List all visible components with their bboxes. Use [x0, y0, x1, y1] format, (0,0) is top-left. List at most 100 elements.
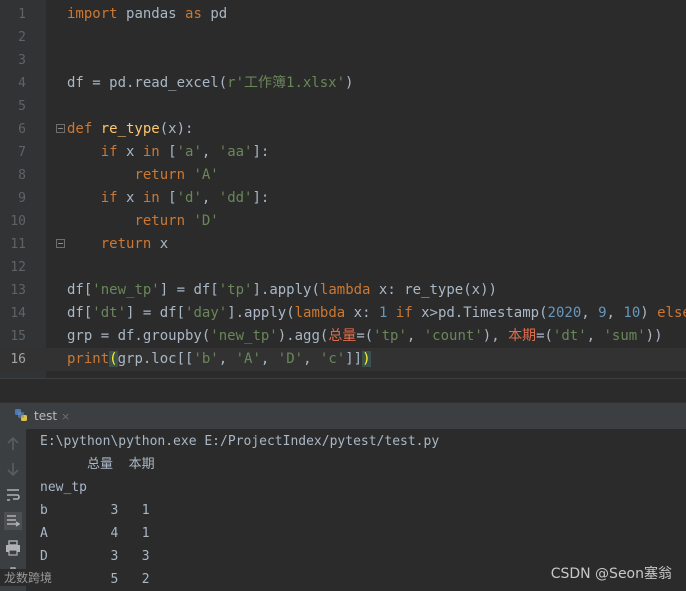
- code-token: if: [395, 305, 422, 321]
- code-line[interactable]: 3: [0, 49, 686, 72]
- code-line[interactable]: 10 return 'D': [0, 210, 686, 233]
- code-line[interactable]: 1 import pandas as pd: [0, 3, 686, 26]
- code-line[interactable]: 8 return 'A': [0, 164, 686, 187]
- code-token: ]:: [252, 190, 270, 206]
- line-number: 4: [18, 76, 26, 91]
- code-token: ,: [581, 305, 599, 321]
- code-token: r'工作簿1.xlsx': [227, 75, 346, 91]
- code-token: 'A': [193, 167, 219, 183]
- code-token: ].apply(: [227, 305, 295, 321]
- code-line[interactable]: 13 df['new_tp'] = df['tp'].apply(lambda x…: [0, 279, 686, 302]
- code-text: print(grp.loc[['b', 'A', 'D', 'c']]): [67, 348, 371, 371]
- close-icon[interactable]: ×: [61, 410, 70, 423]
- scroll-to-end-icon[interactable]: [4, 512, 22, 530]
- fold-end-icon[interactable]: [56, 239, 65, 248]
- code-token: ,: [606, 305, 624, 321]
- code-token: 10: [623, 305, 641, 321]
- code-token: (x):: [159, 121, 194, 137]
- code-line[interactable]: 2: [0, 26, 686, 49]
- code-editor[interactable]: 1 import pandas as pd 2 3 4 df = pd.read_exce…: [0, 0, 686, 378]
- code-token: if: [100, 144, 127, 160]
- code-token: 'aa': [218, 144, 253, 160]
- code-token: 'new_tp': [210, 328, 278, 344]
- code-text: import pandas as pd: [67, 3, 227, 26]
- code-token: 'count': [423, 328, 483, 344]
- code-token: x:: [353, 305, 379, 321]
- code-token: return: [134, 213, 194, 229]
- console-line: b 3 1: [40, 503, 150, 518]
- run-tab-test[interactable]: test ×: [14, 403, 70, 429]
- code-line[interactable]: 12: [0, 256, 686, 279]
- code-line[interactable]: 9 if x in ['d', 'dd']:: [0, 187, 686, 210]
- code-token: return: [134, 167, 194, 183]
- code-token: grp = df.groupby(: [67, 328, 211, 344]
- code-token: =(: [536, 328, 553, 344]
- soft-wrap-icon[interactable]: [4, 486, 22, 504]
- line-number: 11: [10, 237, 26, 252]
- code-line[interactable]: 5: [0, 95, 686, 118]
- code-token: 总量: [328, 328, 357, 344]
- arrow-up-icon[interactable]: [4, 435, 22, 453]
- code-token: x: [126, 144, 143, 160]
- code-token: ,: [218, 351, 236, 367]
- console-line: new_tp: [40, 480, 87, 495]
- code-token: 'day': [185, 305, 228, 321]
- console-line: 总量 本期: [40, 457, 155, 472]
- code-token: ): [345, 75, 354, 91]
- code-text: return x: [67, 233, 168, 256]
- code-token: ),: [482, 328, 509, 344]
- line-number: 2: [18, 30, 26, 45]
- code-token: ): [362, 351, 371, 367]
- code-token: ].apply(: [252, 282, 320, 298]
- code-token: pandas: [126, 6, 186, 22]
- code-line[interactable]: 6 def re_type(x):: [0, 118, 686, 141]
- line-number: 10: [10, 214, 26, 229]
- code-token: x: [159, 236, 169, 252]
- line-number: 8: [18, 168, 26, 183]
- code-line[interactable]: 4 df = pd.read_excel(r'工作簿1.xlsx'): [0, 72, 686, 95]
- code-token: 'sum': [603, 328, 646, 344]
- code-token: )): [645, 328, 663, 344]
- code-token: 'tp': [218, 282, 253, 298]
- code-line[interactable]: 7 if x in ['a', 'aa']:: [0, 141, 686, 164]
- code-token: df = pd.read_excel(: [67, 75, 228, 91]
- code-token: x: re_type(x)): [378, 282, 497, 298]
- line-number: 12: [10, 260, 26, 275]
- code-token: 'A': [235, 351, 261, 367]
- code-token: x: [126, 190, 143, 206]
- code-text: df['dt'] = df['day'].apply(lambda x: 1 i…: [67, 302, 686, 325]
- code-text: def re_type(x):: [67, 118, 193, 141]
- code-line[interactable]: 14 df['dt'] = df['day'].apply(lambda x: 1…: [0, 302, 686, 325]
- code-token: print: [67, 351, 110, 367]
- code-line[interactable]: 11 return x: [0, 233, 686, 256]
- code-token: [: [168, 144, 177, 160]
- code-token: lambda: [294, 305, 354, 321]
- code-token: in: [142, 144, 169, 160]
- code-token: 'new_tp': [92, 282, 160, 298]
- code-token: return: [100, 236, 160, 252]
- arrow-down-icon[interactable]: [4, 460, 22, 478]
- code-line[interactable]: 16 print(grp.loc[['b', 'A', 'D', 'c']]): [0, 348, 686, 371]
- code-token: df[: [67, 305, 93, 321]
- code-token: 'D': [193, 213, 219, 229]
- code-token: =(: [356, 328, 374, 344]
- code-token: ,: [406, 328, 424, 344]
- console-line: c 5 2: [40, 572, 150, 587]
- code-token: ,: [260, 351, 278, 367]
- console-line: D 3 3: [40, 549, 150, 564]
- line-number: 16: [10, 352, 26, 367]
- print-icon[interactable]: [4, 539, 22, 557]
- code-token: 'd': [176, 190, 202, 206]
- code-line[interactable]: 15 grp = df.groupby('new_tp').agg(总量=('tp…: [0, 325, 686, 348]
- code-token: (: [109, 351, 118, 367]
- csdn-watermark: CSDN @Seon塞翁: [550, 566, 672, 582]
- code-token: 'dt': [92, 305, 127, 321]
- line-number: 7: [18, 145, 26, 160]
- fold-collapse-icon[interactable]: [56, 124, 65, 133]
- code-text: grp = df.groupby('new_tp').agg(总量=('tp',…: [67, 325, 663, 348]
- code-token: lambda: [319, 282, 379, 298]
